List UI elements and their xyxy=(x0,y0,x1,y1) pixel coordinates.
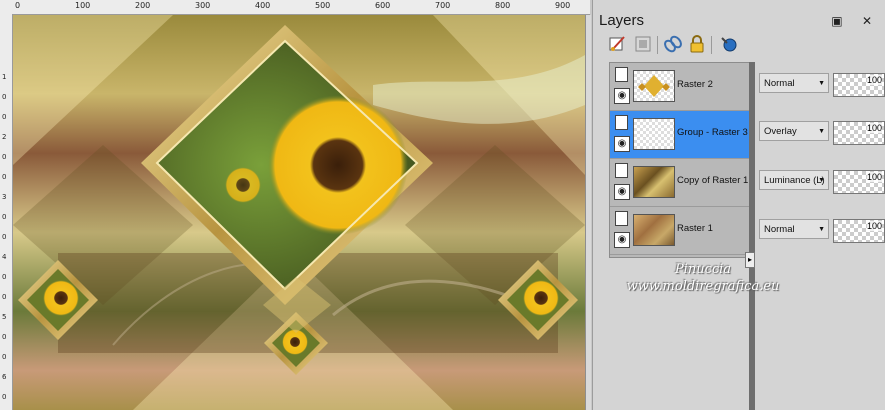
layer-thumbnail xyxy=(633,214,675,246)
ruler-tick-label: 0 xyxy=(2,113,7,121)
layer-row-raster-2[interactable]: ◉ Raster 2 xyxy=(610,63,750,111)
palette-window-controls[interactable]: ▣ ✕ xyxy=(831,14,880,28)
watermark-author: Pinuccia xyxy=(674,262,732,277)
artwork-canvas[interactable] xyxy=(13,15,585,410)
ruler-tick-label: 1 xyxy=(2,73,7,81)
ruler-tick-label: 700 xyxy=(435,1,451,10)
opacity-field[interactable]: 100 xyxy=(833,73,885,97)
link-icon[interactable] xyxy=(663,34,683,54)
blend-mode-select[interactable]: Normal ▼ xyxy=(759,219,829,239)
layers-list: ◉ Raster 2 ◉ Group - Raster 3 ◉ Copy of … xyxy=(609,62,751,258)
eye-icon[interactable]: ◉ xyxy=(614,136,630,152)
ruler-tick-label: 900 xyxy=(555,1,571,10)
ruler-tick-label: 0 xyxy=(15,1,21,10)
toolbar-separator xyxy=(711,36,712,54)
document-icon xyxy=(615,115,628,130)
layer-properties-copy-of-raster-1: Luminance (L) ▼ 100 xyxy=(759,170,885,194)
ruler-tick-label: 400 xyxy=(255,1,271,10)
image-canvas-area: 0 100 200 300 400 500 600 700 800 900 10020030040… xyxy=(0,0,591,410)
ruler-tick-label: 300 xyxy=(195,1,211,10)
artwork-image xyxy=(13,15,585,410)
ruler-tick-label: 600 xyxy=(375,1,391,10)
layers-palette: Layers ▣ ✕ ◉ Raster 2 ◉ Group - Raster 3… xyxy=(592,0,885,410)
ruler-tick-label: 0 xyxy=(2,333,7,341)
ruler-tick-label: 0 xyxy=(2,273,7,281)
ruler-tick-label: 200 xyxy=(135,1,151,10)
palette-splitter[interactable] xyxy=(749,62,755,410)
layer-name: Raster 2 xyxy=(677,79,713,90)
canvas-scrollbar[interactable] xyxy=(585,15,591,410)
chevron-down-icon: ▼ xyxy=(818,177,825,184)
mask-icon[interactable] xyxy=(633,34,653,54)
ruler-tick-label: 5 xyxy=(2,313,7,321)
document-icon xyxy=(615,211,628,226)
layer-name: Raster 1 xyxy=(677,223,713,234)
eye-icon[interactable]: ◉ xyxy=(614,184,630,200)
layer-thumbnail xyxy=(633,166,675,198)
document-icon xyxy=(615,67,628,82)
watermark-url: www.moldiregrafica.eu xyxy=(626,279,780,294)
chevron-down-icon: ▼ xyxy=(818,80,825,87)
toolbar-separator xyxy=(657,36,658,54)
ruler-tick-label: 2 xyxy=(2,133,7,141)
blend-mode-select[interactable]: Overlay ▼ xyxy=(759,121,829,141)
ruler-tick-label: 4 xyxy=(2,253,7,261)
vertical-ruler: 1 0 0 2 0 0 3 0 0 4 0 0 5 0 0 6 0 xyxy=(0,14,13,410)
ruler-tick-label: 800 xyxy=(495,1,511,10)
ruler-tick-label: 6 xyxy=(2,373,7,381)
layer-thumbnail xyxy=(633,118,675,150)
blend-mode-select[interactable]: Normal ▼ xyxy=(759,73,829,93)
ruler-tick-label: 100 xyxy=(75,1,91,10)
opacity-field[interactable]: 100 xyxy=(833,219,885,243)
ruler-tick-label: 0 xyxy=(2,393,7,401)
layer-properties-group-raster-3: Overlay ▼ 100 xyxy=(759,121,885,145)
lock-icon[interactable] xyxy=(687,34,707,54)
palette-title: Layers xyxy=(599,12,645,29)
ruler-tick-label: 0 xyxy=(2,173,7,181)
ruler-tick-label: 0 xyxy=(2,93,7,101)
chevron-down-icon: ▼ xyxy=(818,226,825,233)
ruler-tick-label: 500 xyxy=(315,1,331,10)
ruler-tick-label: 0 xyxy=(2,153,7,161)
chevron-down-icon: ▼ xyxy=(818,128,825,135)
eye-icon[interactable]: ◉ xyxy=(614,232,630,248)
horizontal-ruler: 0 100 200 300 400 500 600 700 800 900 xyxy=(0,0,590,15)
layer-properties-raster-2: Normal ▼ 100 xyxy=(759,73,885,97)
watermark: Pinuccia www.moldiregrafica.eu xyxy=(603,262,803,294)
eye-icon[interactable]: ◉ xyxy=(614,88,630,104)
ruler-tick-label: 0 xyxy=(2,353,7,361)
new-layer-icon[interactable] xyxy=(719,34,739,54)
opacity-field[interactable]: 100 xyxy=(833,121,885,145)
layer-thumbnail xyxy=(633,70,675,102)
ruler-tick-label: 0 xyxy=(2,213,7,221)
document-icon xyxy=(615,163,628,178)
opacity-field[interactable]: 100 xyxy=(833,170,885,194)
layer-row-raster-1[interactable]: ◉ Raster 1 xyxy=(610,207,750,255)
layer-row-group-raster-3[interactable]: ◉ Group - Raster 3 xyxy=(610,111,750,159)
layer-properties-raster-1: Normal ▼ 100 xyxy=(759,219,885,243)
ruler-tick-label: 3 xyxy=(2,193,7,201)
blend-mode-select[interactable]: Luminance (L) ▼ xyxy=(759,170,829,190)
layer-name: Group - Raster 3 xyxy=(677,127,748,138)
layer-name: Copy of Raster 1 xyxy=(677,175,749,186)
layer-row-copy-of-raster-1[interactable]: ◉ Copy of Raster 1 xyxy=(610,159,750,207)
ruler-tick-label: 0 xyxy=(2,233,7,241)
ruler-tick-label: 0 xyxy=(2,293,7,301)
brush-properties-icon[interactable] xyxy=(607,34,627,54)
